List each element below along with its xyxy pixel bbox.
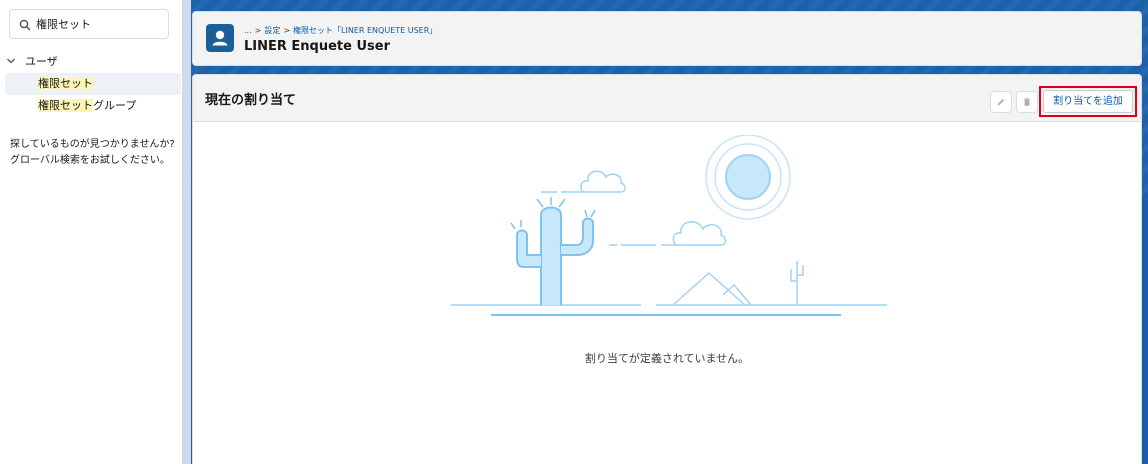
search-icon (19, 19, 31, 31)
search-match-highlight: 権限セット (38, 99, 93, 112)
trash-icon (1023, 98, 1031, 106)
card-header: 現在の割り当て 割り当てを追加 (193, 75, 1141, 122)
card-title: 現在の割り当て (205, 93, 297, 108)
record-header: ... > 設定 > 権限セット「LINER ENQUETE USER」 LINER E… (192, 11, 1142, 66)
quick-find-input[interactable] (36, 12, 164, 36)
breadcrumb-permission-set[interactable]: 権限セット「LINER ENQUETE USER」 (293, 26, 437, 35)
pencil-icon (997, 98, 1005, 106)
user-icon (206, 24, 234, 52)
page-title: LINER Enquete User (244, 39, 391, 54)
tree-item-permission-set-groups[interactable]: 権限セットグループ (5, 95, 181, 117)
tree-node-users[interactable]: ユーザ (5, 52, 58, 70)
tree-node-users-label: ユーザ (25, 55, 58, 68)
setup-sidebar: ユーザ 権限セット 権限セットグループ 探しているものが見つかりませんか? グロ… (0, 0, 182, 464)
breadcrumb-separator: > (254, 26, 262, 35)
empty-state-desert-illustration (451, 135, 887, 316)
empty-state-message: 割り当てが定義されていません。 (584, 352, 750, 365)
breadcrumb-settings[interactable]: 設定 (264, 26, 280, 35)
help-line-1: 探しているものが見つかりませんか? (10, 139, 175, 150)
breadcrumb-separator: > (283, 26, 291, 35)
help-line-2: グローバル検索をお試しください。 (10, 155, 170, 166)
tree-item-label-rest: グループ (93, 99, 137, 112)
breadcrumb: ... > 設定 > 権限セット「LINER ENQUETE USER」 (244, 25, 437, 36)
chevron-down-icon[interactable] (5, 55, 17, 67)
breadcrumb-ellipsis[interactable]: ... (244, 26, 252, 35)
assignments-card: 現在の割り当て 割り当てを追加 割り当てが定義されていません。 (192, 74, 1142, 464)
tree-item-permission-sets[interactable]: 権限セット (5, 73, 181, 95)
sidebar-divider[interactable] (182, 0, 191, 464)
delete-button[interactable] (1016, 91, 1038, 113)
edit-button[interactable] (990, 91, 1012, 113)
search-match-highlight: 権限セット (38, 77, 93, 90)
quick-find-box[interactable] (9, 9, 169, 39)
add-assignment-button[interactable]: 割り当てを追加 (1043, 90, 1133, 113)
search-help-text: 探しているものが見つかりませんか? グローバル検索をお試しください。 (10, 137, 182, 169)
